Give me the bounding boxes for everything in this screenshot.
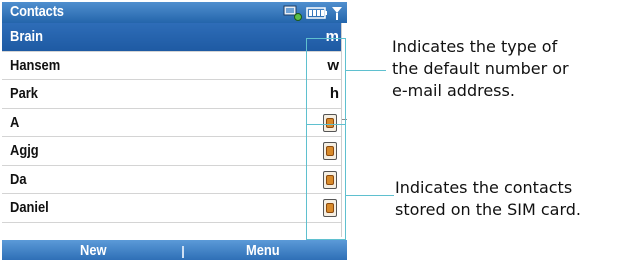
contact-name: A	[10, 113, 20, 131]
sim-column-highlight	[306, 125, 346, 240]
type-callout-text: Indicates the type of the default number…	[392, 36, 569, 102]
page-title: Contacts	[10, 3, 64, 20]
sim-note-line: Indicates the contacts	[395, 178, 573, 197]
contact-list: Brain m Hansem w Park h A Agjg Da Daniel	[2, 23, 347, 223]
status-icons	[283, 4, 343, 21]
list-item[interactable]: Park h	[2, 80, 347, 109]
menu-softkey[interactable]: Menu	[246, 242, 280, 259]
sim-callout-leader	[346, 195, 394, 196]
list-item[interactable]: Da	[2, 165, 347, 194]
type-column-highlight	[306, 38, 346, 125]
contact-name: Brain	[10, 28, 43, 45]
contact-name: Agjg	[10, 142, 39, 159]
sim-note-line: stored on the SIM card.	[395, 200, 581, 219]
list-item[interactable]: A	[2, 108, 347, 137]
softkey-bar: New Menu	[2, 240, 347, 260]
battery-icon	[306, 6, 327, 19]
contact-name: Da	[10, 170, 27, 188]
type-callout-leader	[346, 70, 386, 71]
type-note-line: the default number or	[392, 59, 569, 78]
list-item[interactable]: Daniel	[2, 194, 347, 223]
new-softkey[interactable]: New	[80, 242, 107, 259]
sim-callout-text: Indicates the contacts stored on the SIM…	[395, 177, 581, 221]
contact-name: Park	[10, 85, 38, 102]
sync-status-icon	[283, 5, 302, 21]
type-note-line: e-mail address.	[392, 81, 515, 100]
phone-screen: Contacts Brain m Hansem w Park h A Agjg …	[2, 2, 347, 260]
signal-icon	[332, 6, 342, 20]
type-note-line: Indicates the type of	[392, 37, 558, 56]
title-bar: Contacts	[2, 2, 347, 23]
contact-name: Hansem	[10, 56, 61, 74]
softkey-separator	[182, 246, 184, 258]
contact-name: Daniel	[10, 199, 49, 216]
list-item[interactable]: Hansem w	[2, 51, 347, 80]
list-item[interactable]: Agjg	[2, 137, 347, 166]
list-item[interactable]: Brain m	[2, 23, 347, 52]
